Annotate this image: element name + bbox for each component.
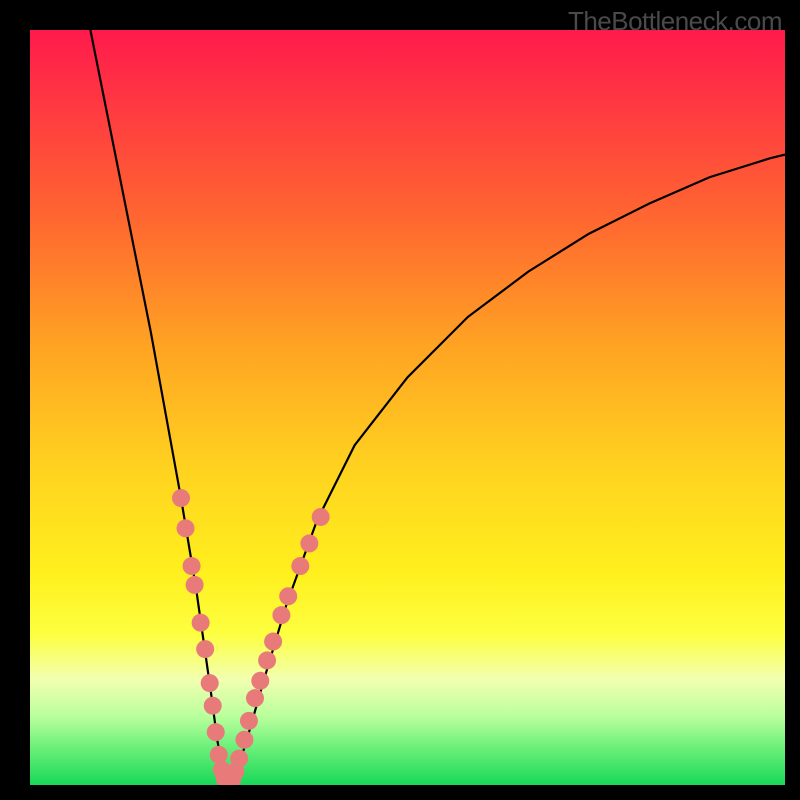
- highlight-dot: [192, 614, 210, 632]
- bottleneck-curve: [90, 30, 785, 781]
- highlight-dot: [201, 674, 219, 692]
- highlight-dot: [240, 712, 258, 730]
- highlight-dot: [204, 697, 222, 715]
- highlight-dot: [312, 508, 330, 526]
- watermark-text: TheBottleneck.com: [568, 6, 782, 37]
- highlight-dot: [177, 519, 195, 537]
- highlight-dot: [230, 750, 248, 768]
- outer-frame: TheBottleneck.com: [0, 0, 800, 800]
- highlight-dot: [246, 689, 264, 707]
- highlight-dot: [258, 651, 276, 669]
- highlight-dot: [251, 672, 269, 690]
- highlight-dot: [207, 723, 225, 741]
- plot-area: [30, 30, 785, 785]
- highlight-dots: [172, 489, 330, 785]
- highlight-dot: [186, 576, 204, 594]
- highlight-dot: [279, 587, 297, 605]
- highlight-dot: [264, 633, 282, 651]
- highlight-dot: [300, 534, 318, 552]
- highlight-dot: [196, 640, 214, 658]
- highlight-dot: [235, 731, 253, 749]
- highlight-dot: [172, 489, 190, 507]
- chart-svg: [30, 30, 785, 785]
- highlight-dot: [272, 606, 290, 624]
- highlight-dot: [291, 557, 309, 575]
- highlight-dot: [210, 746, 228, 764]
- highlight-dot: [183, 557, 201, 575]
